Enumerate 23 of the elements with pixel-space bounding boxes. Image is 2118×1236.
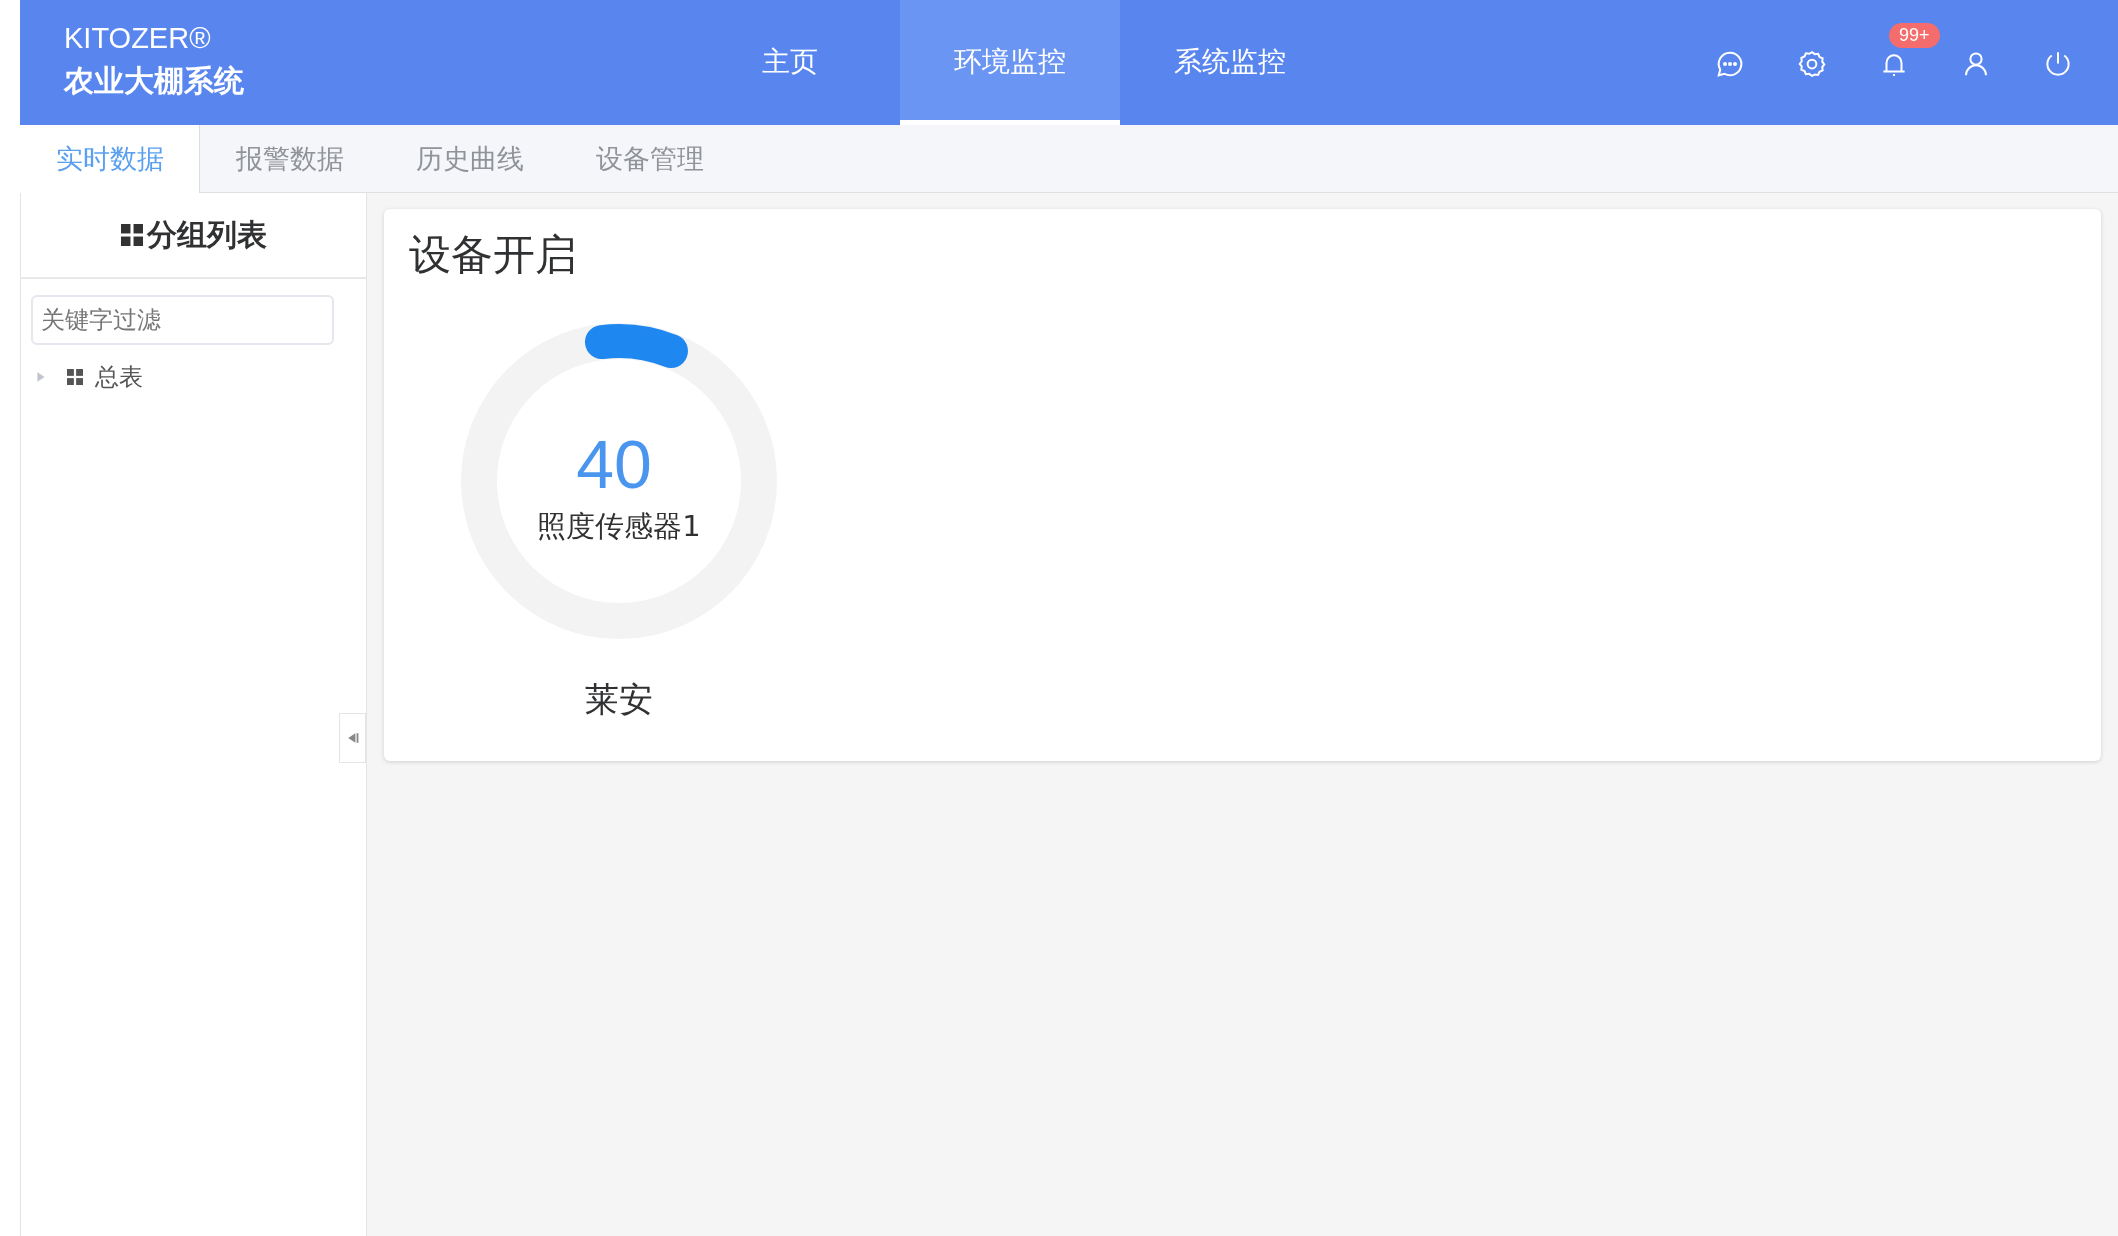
- sensor-name: 照度传感器1: [537, 508, 701, 545]
- notification-badge: 99+: [1889, 22, 1940, 48]
- tree-item[interactable]: 总表: [95, 361, 143, 393]
- sub-tab[interactable]: 设备管理: [560, 125, 740, 192]
- collapse-handle[interactable]: [339, 713, 366, 763]
- grid-icon: [67, 369, 83, 385]
- sidebar-title: 分组列表: [146, 215, 267, 254]
- settings-icon[interactable]: [1797, 48, 1827, 79]
- gauge-value: 40: [576, 425, 652, 503]
- nav-tab[interactable]: 主页: [680, 0, 900, 125]
- sub-tab[interactable]: 实时数据: [20, 125, 200, 193]
- sub-tab[interactable]: 历史曲线: [380, 125, 560, 192]
- gauge-caption: 莱安: [585, 678, 653, 721]
- nav-tab[interactable]: 系统监控: [1120, 0, 1340, 125]
- brand-name: KITOZER®: [64, 22, 212, 55]
- app-title: 农业大棚系统: [64, 62, 245, 100]
- filter-field[interactable]: 关键字过滤: [31, 295, 334, 345]
- sub-tab[interactable]: 报警数据: [200, 125, 380, 192]
- nav-tab[interactable]: 环境监控: [900, 0, 1120, 125]
- grid-icon: [120, 224, 143, 246]
- panel-title: 设备开启: [409, 229, 578, 281]
- expand-caret-icon[interactable]: [35, 371, 47, 383]
- collapse-arrow-icon: [346, 732, 359, 744]
